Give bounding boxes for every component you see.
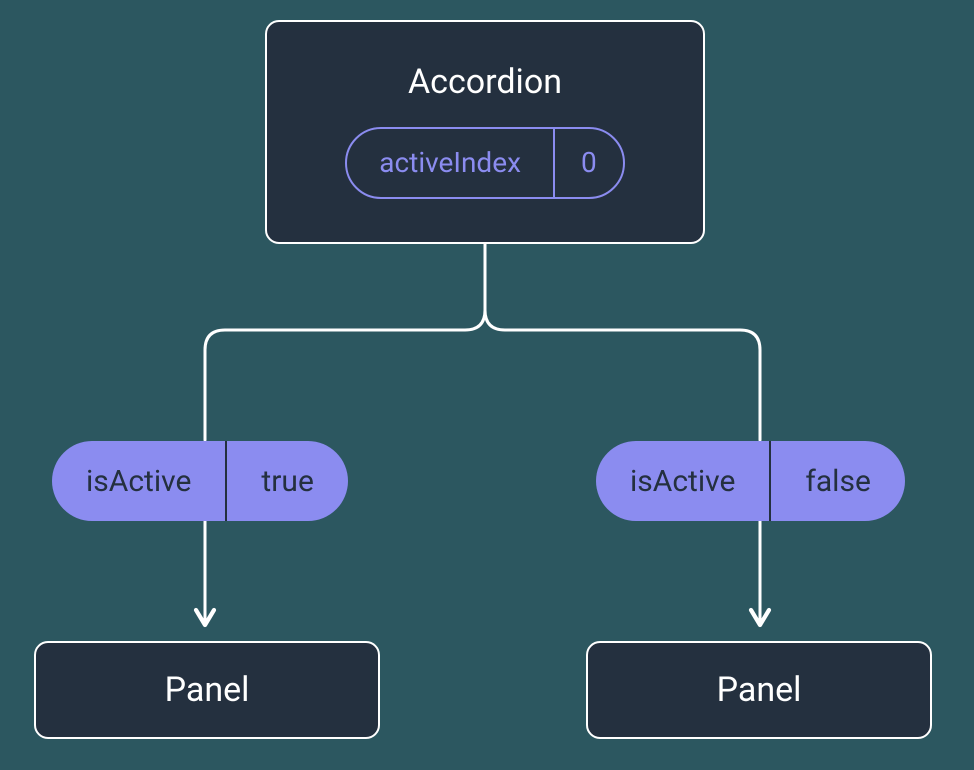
prop-value-right: false xyxy=(769,441,904,521)
panel-node-left: Panel xyxy=(34,641,380,739)
prop-pill-right: isActive false xyxy=(596,441,905,521)
panel-node-right: Panel xyxy=(586,641,932,739)
state-value: 0 xyxy=(553,129,623,197)
state-label: activeIndex xyxy=(347,129,553,197)
state-pill-activeindex: activeIndex 0 xyxy=(345,127,624,199)
accordion-title: Accordion xyxy=(408,62,562,102)
prop-label-right: isActive xyxy=(596,441,769,521)
accordion-node: Accordion activeIndex 0 xyxy=(265,20,705,244)
diagram-stage: Accordion activeIndex 0 isActive true is… xyxy=(0,0,974,770)
panel-label-left: Panel xyxy=(165,670,250,710)
prop-pill-left: isActive true xyxy=(52,441,348,521)
prop-label-left: isActive xyxy=(52,441,225,521)
prop-value-left: true xyxy=(225,441,347,521)
panel-label-right: Panel xyxy=(717,670,802,710)
